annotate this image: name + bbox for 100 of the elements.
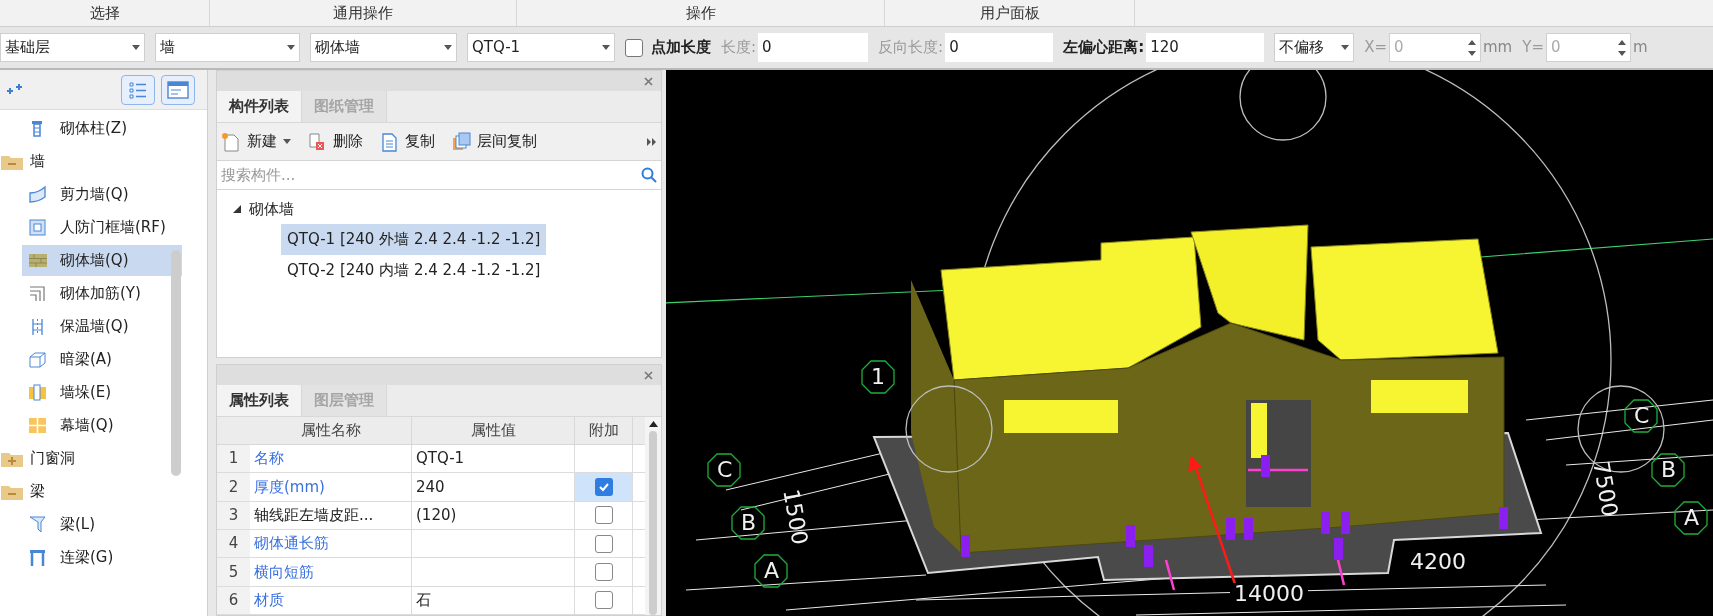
- drawing-label: C: [717, 459, 733, 481]
- close-icon[interactable]: [644, 76, 653, 86]
- window-icon: [167, 80, 189, 99]
- row-number: 5: [217, 558, 250, 586]
- ribbon-section-title: 通用操作: [333, 2, 393, 24]
- tree-item[interactable]: 梁(L): [22, 509, 182, 540]
- ribbon-section-title: 用户面板: [979, 2, 1040, 24]
- toolbar-button[interactable]: 层间复制: [451, 130, 537, 153]
- overflow-icon[interactable]: [647, 137, 657, 146]
- property-name: 砌体通长筋: [250, 529, 412, 558]
- tree-item[interactable]: 剪力墙(Q): [22, 179, 182, 210]
- row-number: 6: [217, 586, 250, 614]
- axis-bubble-icon: [1624, 399, 1658, 433]
- dropdown[interactable]: 墙: [155, 33, 300, 62]
- drawing-label: A: [1684, 507, 1700, 529]
- ribbon-section-title: 操作: [685, 2, 716, 24]
- column-header: 属性值: [412, 417, 575, 444]
- dropdown[interactable]: 基础层: [0, 33, 145, 62]
- tree-item[interactable]: 人防门框墙(RF): [22, 212, 182, 243]
- tree-item[interactable]: 幕墙(Q): [22, 410, 182, 441]
- list-view-button[interactable]: [121, 74, 155, 105]
- property-name: 材质: [250, 586, 412, 614]
- spinner-icon[interactable]: [1617, 38, 1626, 57]
- property-name: 名称: [250, 444, 412, 473]
- spinner-icon[interactable]: [1468, 38, 1476, 57]
- drawing-label: 4200: [1410, 551, 1466, 573]
- scrollbar[interactable]: [171, 250, 181, 476]
- attachment-cell[interactable]: [575, 473, 633, 501]
- tree-folder[interactable]: 梁: [0, 475, 207, 508]
- checkbox[interactable]: [594, 591, 613, 610]
- drawing-label: 1: [871, 366, 885, 388]
- checkbox[interactable]: [594, 477, 613, 496]
- document-icon: [221, 131, 241, 152]
- caret-icon: [602, 45, 610, 50]
- tree-folder-label[interactable]: 砌体墙: [249, 197, 294, 221]
- axis-bubble-icon: [754, 554, 788, 588]
- tree-item[interactable]: 砌体柱(Z): [22, 113, 182, 144]
- dropdown[interactable]: 砌体墙: [310, 33, 457, 62]
- component-icon: [28, 514, 48, 535]
- caret-icon: [283, 139, 291, 144]
- drawing-label: C: [1634, 405, 1650, 427]
- row-number: 4: [217, 529, 250, 558]
- toolbar-button[interactable]: 删除: [307, 130, 363, 153]
- tree-item[interactable]: 砌体墙(Q): [22, 245, 182, 276]
- field-label: 长度:: [721, 37, 757, 59]
- component-icon: [28, 349, 48, 370]
- component-list-item[interactable]: QTQ-2 [240 内墙 2.4 2.4 -1.2 -1.2]: [281, 255, 547, 286]
- checkbox[interactable]: [594, 534, 613, 553]
- unit-label: mm: [1483, 37, 1513, 59]
- property-name: 横向短筋: [250, 558, 412, 586]
- component-icon: [28, 217, 48, 238]
- search-icon[interactable]: [641, 167, 657, 183]
- axis-bubble-icon: [707, 453, 741, 487]
- ribbon-section-title: 选择: [89, 2, 120, 24]
- axis-bubble-icon: [1674, 501, 1708, 535]
- tree-item[interactable]: 连梁(G): [22, 542, 182, 573]
- tree-item[interactable]: 砌体加筋(Y): [22, 278, 182, 309]
- close-icon[interactable]: [644, 370, 653, 380]
- checkbox-label: 点加长度: [651, 37, 711, 59]
- field-label: 反向长度:: [878, 37, 944, 59]
- document-icon: [379, 131, 399, 152]
- window-view-button[interactable]: [161, 74, 195, 105]
- tree-item[interactable]: 墙垛(E): [22, 377, 182, 408]
- list-icon: [128, 80, 148, 99]
- scroll-up-arrow-icon[interactable]: [648, 421, 658, 427]
- dropdown[interactable]: QTQ-1: [467, 33, 615, 62]
- tree-item[interactable]: 暗梁(A): [22, 344, 182, 375]
- axis-bubble-icon: [861, 360, 895, 394]
- checkbox[interactable]: [625, 38, 643, 57]
- drawing-label: B: [741, 512, 757, 534]
- dropdown[interactable]: 不偏移: [1274, 33, 1355, 62]
- drawing-label: 7500: [1589, 459, 1621, 519]
- row-number: 3: [217, 501, 250, 529]
- tree-item[interactable]: 保温墙(Q): [22, 311, 182, 342]
- component-list-item[interactable]: QTQ-1 [240 外墙 2.4 2.4 -1.2 -1.2]: [281, 224, 547, 255]
- row-number: 2: [217, 473, 250, 501]
- panel-tab[interactable]: 构件列表: [217, 91, 302, 122]
- expand-triangle-icon[interactable]: [233, 205, 241, 213]
- panel-tab[interactable]: 属性列表: [217, 385, 302, 416]
- toolbar-button[interactable]: 复制: [379, 130, 435, 153]
- scrollbar[interactable]: [645, 417, 661, 615]
- axis-bubble-icon: [731, 506, 765, 540]
- property-name: 厚度(mm): [250, 473, 412, 501]
- field-label: 左偏心距离:: [1063, 37, 1145, 59]
- drawing-label: 1500: [779, 487, 811, 547]
- drawing-label: A: [764, 560, 780, 582]
- component-icon: [28, 184, 48, 205]
- tree-folder[interactable]: 门窗洞: [0, 442, 207, 475]
- checkbox[interactable]: [594, 506, 613, 525]
- building-model-drawing[interactable]: [666, 70, 1713, 616]
- axis-bubble-icon: [1651, 453, 1685, 487]
- checkbox[interactable]: [594, 562, 613, 581]
- tree-folder[interactable]: 墙: [0, 145, 207, 178]
- row-number: 1: [217, 444, 250, 473]
- input-field[interactable]: 120: [1146, 33, 1265, 62]
- document-icon: [451, 131, 471, 152]
- field-label: Y=: [1522, 37, 1544, 59]
- drawing-label: B: [1661, 459, 1677, 481]
- toolbar-button[interactable]: 新建: [221, 130, 291, 153]
- caret-icon: [132, 45, 140, 50]
